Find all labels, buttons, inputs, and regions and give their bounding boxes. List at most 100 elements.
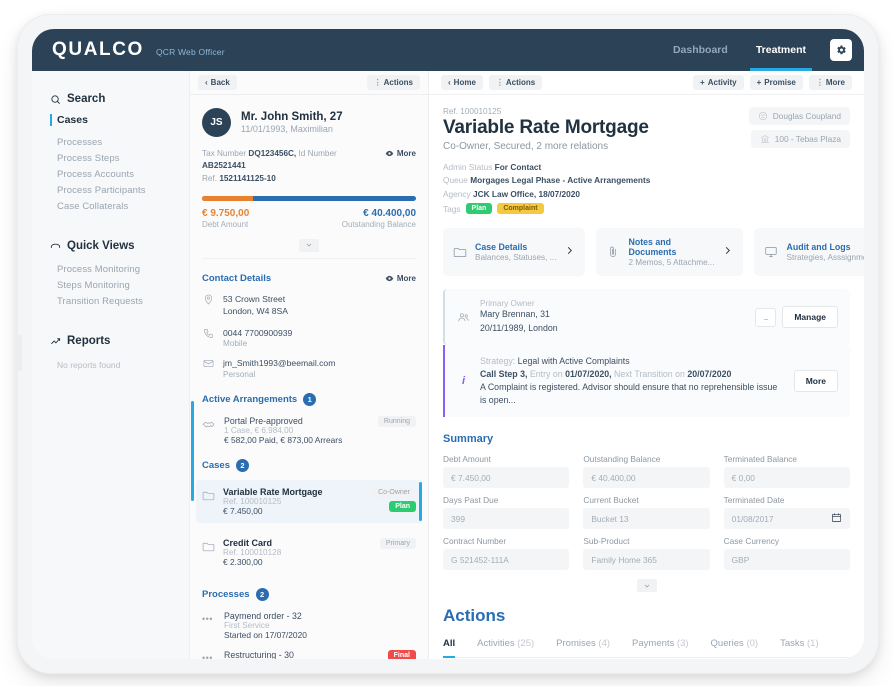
manage-button[interactable]: Manage xyxy=(782,306,838,328)
field-value[interactable]: € 7.450,00 xyxy=(443,467,570,489)
detail-actions-button[interactable]: ⋮ Actions xyxy=(488,75,543,90)
process-title: Restructuring - 30 xyxy=(224,649,294,659)
field-value[interactable]: € 0,00 xyxy=(723,467,850,489)
owner-chip-branch[interactable]: 100 - Tebas Plaza xyxy=(750,130,850,148)
contact-more-button[interactable]: More xyxy=(385,274,416,283)
case-role-badge: Primary xyxy=(379,537,416,549)
sidebar-item-processes[interactable]: Processes xyxy=(50,134,189,150)
back-button[interactable]: ‹ Back xyxy=(198,75,237,90)
folder-icon xyxy=(202,487,216,506)
field-label: Contract Number xyxy=(443,536,507,547)
strategy-next-value: 20/07/2020 xyxy=(687,368,732,379)
contact-phone[interactable]: 0044 7700900939 Mobile xyxy=(202,327,416,348)
sidebar-item-steps-monitoring[interactable]: Steps Monitoring xyxy=(50,277,189,293)
arrangement-detail: € 582,00 Paid, € 873,00 Arrears xyxy=(224,434,343,445)
customer-more-label: More xyxy=(396,149,416,158)
folder-icon xyxy=(453,248,467,258)
customer-panel-scrollbar[interactable] xyxy=(191,401,194,501)
sidebar-item-transition-requests[interactable]: Transition Requests xyxy=(50,293,189,309)
process-sub: First Service xyxy=(224,620,270,630)
case-title: Variable Rate Mortgage xyxy=(223,486,323,497)
strategy-more-button[interactable]: More xyxy=(793,370,838,393)
arrangements-title-group: Active Arrangements 1 xyxy=(202,392,317,406)
settings-button[interactable] xyxy=(830,39,852,61)
case-ref: Ref. 100010125 xyxy=(223,496,282,506)
cases-header: Cases 2 xyxy=(202,458,416,472)
primary-owner-panel: Primary Owner Mary Brennan, 31 20/11/198… xyxy=(443,289,850,345)
tab-promises[interactable]: Promises (4) xyxy=(556,638,610,657)
strategy-label: Strategy: xyxy=(480,355,516,366)
contact-email[interactable]: jm_Smith1993@beemail.com Personal xyxy=(202,357,416,379)
contact-list: 53 Crown Street London, W4 8SA 0044 7700… xyxy=(202,293,416,379)
sidebar-item-process-steps[interactable]: Process Steps xyxy=(50,150,189,166)
customer-ref-label: Ref. xyxy=(202,173,218,183)
tab-treatment[interactable]: Treatment xyxy=(742,29,820,71)
processes-count: 2 xyxy=(255,587,269,601)
contact-address[interactable]: 53 Crown Street London, W4 8SA xyxy=(202,293,416,318)
sidebar-item-case-collaterals[interactable]: Case Collaterals xyxy=(50,198,189,214)
home-button[interactable]: ‹ Home xyxy=(441,75,483,90)
tab-queries[interactable]: Queries (0) xyxy=(711,638,759,657)
arrangement-item[interactable]: Portal Pre-approved 1 Case, € 6.984,00 €… xyxy=(202,415,416,445)
date-field[interactable]: 01/08/2017 xyxy=(723,508,850,530)
tab-payments[interactable]: Payments (3) xyxy=(632,638,689,657)
strategy-entry-label: Entry on xyxy=(529,368,563,379)
customer-collapse-button[interactable] xyxy=(299,238,319,252)
detail-more-button[interactable]: ⋮ More xyxy=(808,75,852,90)
tablet-frame: QUALCO QCR Web Officer Dashboard Treatme… xyxy=(17,14,879,674)
tile-case-details[interactable]: Case Details Balances, Statuses, ... xyxy=(443,228,586,277)
field-value[interactable]: Family Home 365 xyxy=(583,549,710,571)
owner-chip-person-label: Douglas Coupland xyxy=(772,111,841,121)
eye-icon xyxy=(385,150,394,157)
tile-audit-logs[interactable]: Audit and Logs Strategies, Asssignmen... xyxy=(754,228,864,277)
tab-dashboard[interactable]: Dashboard xyxy=(659,29,742,71)
add-promise-button[interactable]: + Promise xyxy=(749,75,803,90)
sidebar-search[interactable]: Search xyxy=(50,93,189,105)
field-outstanding-balance: Outstanding Balance € 40.400,00 xyxy=(583,454,710,489)
field-value[interactable]: 399 xyxy=(443,508,570,530)
field-value[interactable]: GBP xyxy=(723,549,850,571)
back-label: Back xyxy=(210,78,230,87)
owner-chip-person[interactable]: Douglas Coupland xyxy=(748,107,850,125)
tab-all[interactable]: All xyxy=(443,638,456,659)
tab-activities[interactable]: Activities (25) xyxy=(477,638,534,657)
id-number-value: AB2521441 xyxy=(202,161,246,171)
sidebar-reports[interactable]: Reports xyxy=(50,335,189,347)
tile-case-details-sub: Balances, Statuses, ... xyxy=(475,253,557,263)
case-plan-badge: Plan xyxy=(389,500,416,512)
tab-tasks[interactable]: Tasks (1) xyxy=(780,638,819,657)
primary-owner-more-button[interactable]: ... xyxy=(754,307,777,327)
sidebar-quick-views[interactable]: Quick Views xyxy=(50,240,189,252)
tile-notes-documents[interactable]: Notes and Documents 2 Memos, 5 Attachme.… xyxy=(596,228,744,277)
field-label: Terminated Balance xyxy=(723,454,797,465)
process-row-restructuring[interactable]: ••• Restructuring - 30 Cancelled by Clie… xyxy=(202,649,416,659)
sidebar-item-process-participants[interactable]: Process Participants xyxy=(50,182,189,198)
actions-title: Actions xyxy=(443,606,506,626)
chevron-right-icon xyxy=(722,243,733,261)
field-value[interactable]: Bucket 13 xyxy=(583,508,710,530)
debt-progress-bar xyxy=(202,195,416,201)
sidebar-item-process-accounts[interactable]: Process Accounts xyxy=(50,166,189,182)
tags-label: Tags xyxy=(443,203,461,214)
strategy-line-1: Strategy: Legal with Active Complaints xyxy=(480,355,784,368)
add-activity-button[interactable]: + Activity xyxy=(693,75,744,90)
field-value[interactable]: € 40.400,00 xyxy=(583,467,710,489)
customer-actions-button[interactable]: ⋮ Actions xyxy=(366,75,420,90)
case-row-credit-card[interactable]: Credit Card Ref. 100010128 € 2.300,00 Pr… xyxy=(196,531,422,574)
arrangements-header: Active Arrangements 1 xyxy=(202,392,416,406)
process-row-payment-order[interactable]: ••• Paymend order - 32 First Service Sta… xyxy=(202,611,416,640)
field-value[interactable]: G 521452-111A xyxy=(443,549,570,571)
sidebar-item-cases[interactable]: Cases xyxy=(50,114,189,126)
actions-section: Actions All Activities (25) Promises (4) xyxy=(429,592,864,659)
customer-more-button[interactable]: More xyxy=(385,149,416,158)
summary-collapse-button[interactable] xyxy=(636,579,657,593)
sidebar-item-process-monitoring[interactable]: Process Monitoring xyxy=(50,261,189,277)
tab-payments-label: Payments xyxy=(632,638,675,650)
customer-panel-toolbar: ‹ Back ⋮ Actions xyxy=(190,71,428,95)
envelope-icon xyxy=(202,357,215,369)
calendar-icon[interactable] xyxy=(831,512,842,525)
strategy-buttons: More xyxy=(793,370,838,393)
customer-id-text: Tax Number DQ123456C, Id Number AB252144… xyxy=(202,148,379,185)
case-row-variable-rate-mortgage[interactable]: Variable Rate Mortgage Ref. 100010125 € … xyxy=(196,479,422,523)
paperclip-icon xyxy=(610,247,617,258)
